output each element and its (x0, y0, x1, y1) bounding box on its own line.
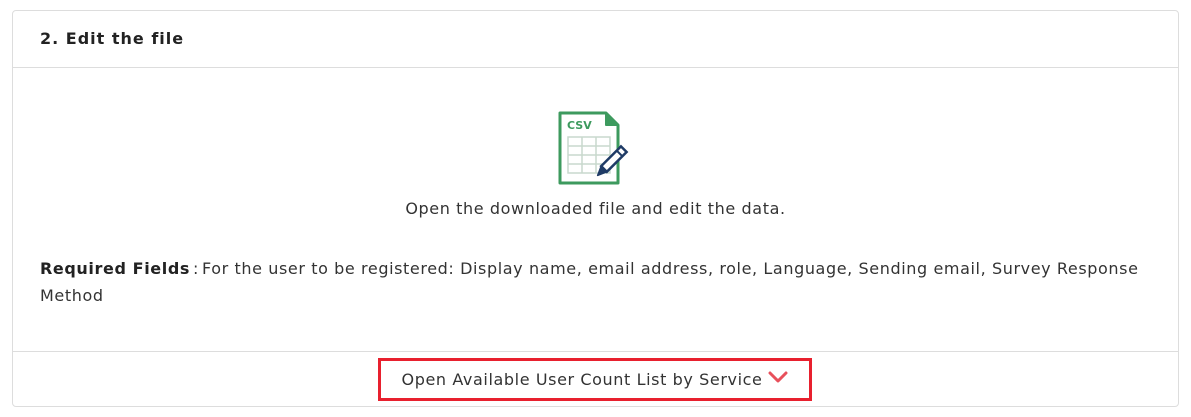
required-fields-separator: : (193, 259, 199, 278)
section-title: 2. Edit the file (40, 29, 185, 48)
csv-edit-icon: CSV (558, 111, 638, 187)
card-header: 2. Edit the file (13, 11, 1178, 68)
csv-label: CSV (567, 119, 592, 132)
chevron-down-icon (768, 371, 788, 383)
card-footer: Open Available User Count List by Servic… (13, 351, 1178, 406)
edit-description: Open the downloaded file and edit the da… (405, 199, 786, 218)
required-fields-label: Required Fields (40, 259, 190, 278)
required-fields-text: For the user to be registered: Display n… (40, 259, 1139, 305)
open-user-count-list-button[interactable]: Open Available User Count List by Servic… (378, 358, 812, 401)
edit-file-card: 2. Edit the file CSV Open the downloaded… (12, 10, 1179, 407)
required-fields: Required Fields: For the user to be regis… (40, 255, 1150, 309)
toggle-label: Open Available User Count List by Servic… (401, 370, 763, 389)
